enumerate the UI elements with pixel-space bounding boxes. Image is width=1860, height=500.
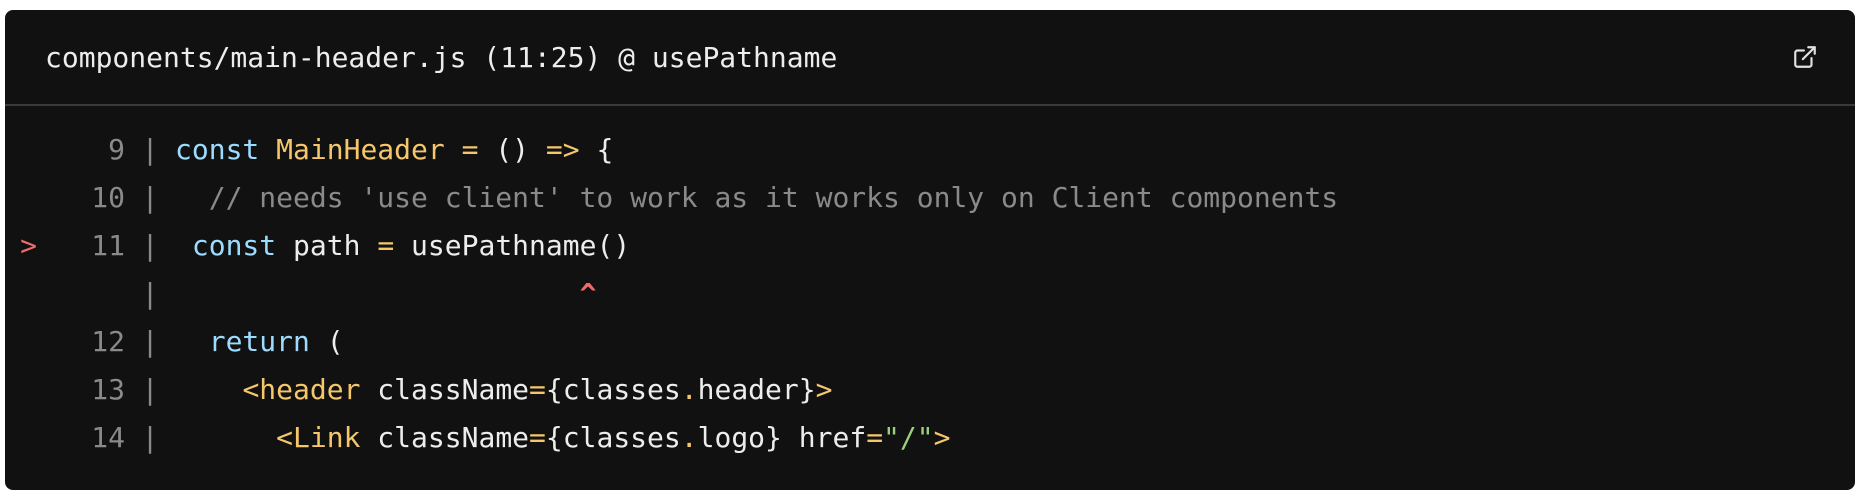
code-text: // needs 'use client' to work as it work…	[175, 174, 1338, 222]
gutter-separator: |	[141, 373, 159, 406]
code-token: =	[529, 373, 546, 406]
code-token: MainHeader	[276, 133, 445, 166]
code-token: const	[175, 133, 260, 166]
code-lines: 9 | const MainHeader = () => {10 | // needs…	[5, 106, 1855, 462]
code-line: | ^	[5, 270, 1855, 318]
gutter-separator: |	[141, 277, 159, 310]
code-frame-header: components/main-header.js (11:25) @ useP…	[5, 10, 1855, 106]
code-frame-panel: components/main-header.js (11:25) @ useP…	[5, 10, 1855, 490]
code-token: {	[579, 133, 614, 166]
gutter-separator: |	[141, 229, 159, 262]
external-link-icon	[1794, 46, 1816, 68]
open-in-editor-button[interactable]	[1783, 35, 1827, 79]
code-text: return (	[175, 318, 344, 366]
code-token: {classes	[545, 421, 681, 454]
code-line: 12 | return (	[5, 318, 1855, 366]
error-line-marker: >	[20, 229, 37, 262]
code-line: 10 | // needs 'use client' to work as it …	[5, 174, 1855, 222]
code-token: >	[815, 373, 833, 406]
code-line: 13 | <header className={classes.header}>	[5, 366, 1855, 414]
code-token: =>	[545, 133, 580, 166]
line-number: 11	[91, 229, 125, 262]
code-token: <header	[242, 373, 361, 406]
error-caret: ^	[579, 277, 597, 310]
line-number: 14	[91, 421, 125, 454]
code-token: usePathname()	[394, 229, 631, 262]
code-token: className	[360, 373, 530, 406]
gutter-separator: |	[141, 325, 159, 358]
code-token: (	[309, 325, 344, 358]
code-token: {classes	[545, 373, 681, 406]
code-token: "/"	[883, 421, 934, 454]
line-number: 13	[91, 373, 125, 406]
code-line: >11 | const path = usePathname()	[5, 222, 1855, 270]
line-number: 10	[91, 181, 125, 214]
code-token: ()	[478, 133, 546, 166]
code-token: =	[461, 133, 479, 166]
code-token: .	[680, 373, 698, 406]
code-text: <Link className={classes.logo} href="/">	[175, 414, 950, 462]
code-token: .	[680, 421, 698, 454]
code-text: const path = usePathname()	[175, 222, 630, 270]
gutter-separator: |	[141, 181, 159, 214]
code-token: <Link	[276, 421, 361, 454]
code-token: return	[208, 325, 310, 358]
code-token: // needs 'use client' to work as it work…	[175, 181, 1339, 214]
code-token: header}	[697, 373, 816, 406]
code-line: 9 | const MainHeader = () => {	[5, 126, 1855, 174]
code-token: const	[191, 229, 277, 262]
code-line: 14 | <Link className={classes.logo} href=…	[5, 414, 1855, 462]
code-token: =	[529, 421, 546, 454]
code-token: =	[866, 421, 884, 454]
code-token: path	[276, 229, 378, 262]
code-token: =	[377, 229, 395, 262]
code-text: const MainHeader = () => {	[175, 126, 613, 174]
gutter-separator: |	[141, 133, 159, 166]
code-text: ^	[175, 270, 597, 318]
gutter-separator: |	[141, 421, 159, 454]
code-text: <header className={classes.header}>	[175, 366, 832, 414]
code-token: className	[360, 421, 530, 454]
code-token: >	[933, 421, 951, 454]
line-number: 12	[91, 325, 125, 358]
code-token: logo} href	[697, 421, 867, 454]
source-file-link[interactable]: components/main-header.js (11:25) @ useP…	[45, 41, 837, 74]
line-number: 9	[108, 133, 125, 166]
